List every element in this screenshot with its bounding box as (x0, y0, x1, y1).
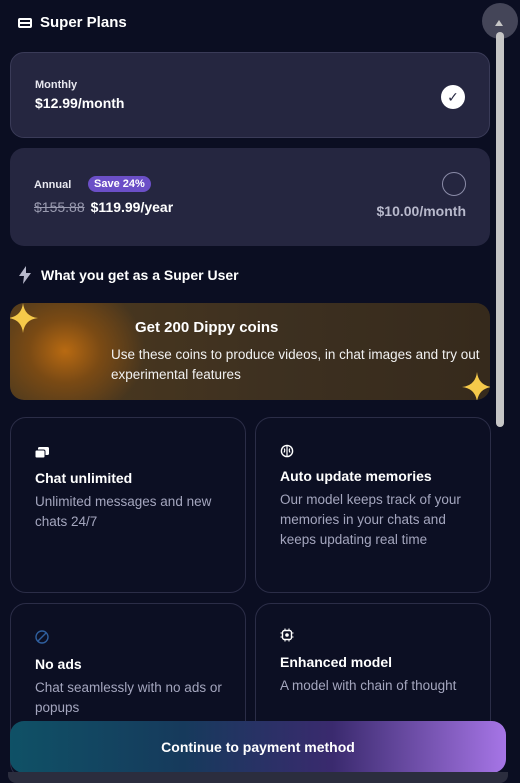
plan-annual[interactable]: Annual Save 24% $155.88 $119.99/year $10.… (10, 148, 490, 246)
coins-title: Get 200 Dippy coins (135, 319, 279, 336)
feature-title: No ads (35, 656, 82, 672)
plan-name: Annual (34, 179, 72, 191)
sparkle-icon (10, 303, 38, 333)
plan-price: $155.88 $119.99/year (34, 199, 173, 215)
feature-title: Auto update memories (280, 468, 432, 484)
feature-title: Enhanced model (280, 654, 393, 670)
bottom-bar (8, 772, 508, 783)
chip-icon (280, 628, 294, 642)
lightning-icon (19, 266, 31, 284)
plan-monthly[interactable]: Monthly $12.99/month ✓ (10, 52, 490, 138)
chat-bubbles-icon (35, 447, 49, 459)
coins-description: Use these coins to produce videos, in ch… (111, 347, 480, 382)
scroll-thumb[interactable] (496, 32, 504, 427)
checkmark-icon[interactable]: ✓ (441, 85, 465, 109)
page-title: Super Plans (40, 14, 127, 31)
brain-icon (280, 444, 294, 458)
header: Super Plans (18, 14, 127, 31)
continue-payment-button[interactable]: Continue to payment method (10, 721, 506, 773)
scroll-up-icon[interactable] (495, 20, 503, 26)
annual-price: $119.99/year (90, 199, 174, 215)
per-month-price: $10.00/month (376, 203, 466, 219)
feature-description: Chat seamlessly with no ads or popups (35, 680, 222, 715)
feature-card: Auto update memories Our model keeps tra… (255, 417, 491, 593)
no-ads-icon (35, 630, 49, 644)
radio-button[interactable] (442, 172, 466, 196)
section-title: What you get as a Super User (41, 267, 239, 283)
card-icon (18, 17, 32, 28)
scrollbar[interactable] (494, 20, 504, 732)
coins-banner: Get 200 Dippy coins Use these coins to p… (10, 303, 490, 400)
benefits-heading: What you get as a Super User (18, 266, 239, 284)
feature-card: Chat unlimited Unlimited messages and ne… (10, 417, 246, 593)
plan-price: $12.99/month (35, 95, 125, 111)
feature-title: Chat unlimited (35, 470, 133, 486)
save-badge: Save 24% (88, 176, 151, 192)
feature-description: Our model keeps track of your memories i… (280, 492, 461, 547)
plan-name: Monthly (35, 79, 78, 91)
feature-description: A model with chain of thought (280, 678, 457, 693)
old-price: $155.88 (34, 199, 85, 215)
feature-description: Unlimited messages and new chats 24/7 (35, 494, 212, 529)
